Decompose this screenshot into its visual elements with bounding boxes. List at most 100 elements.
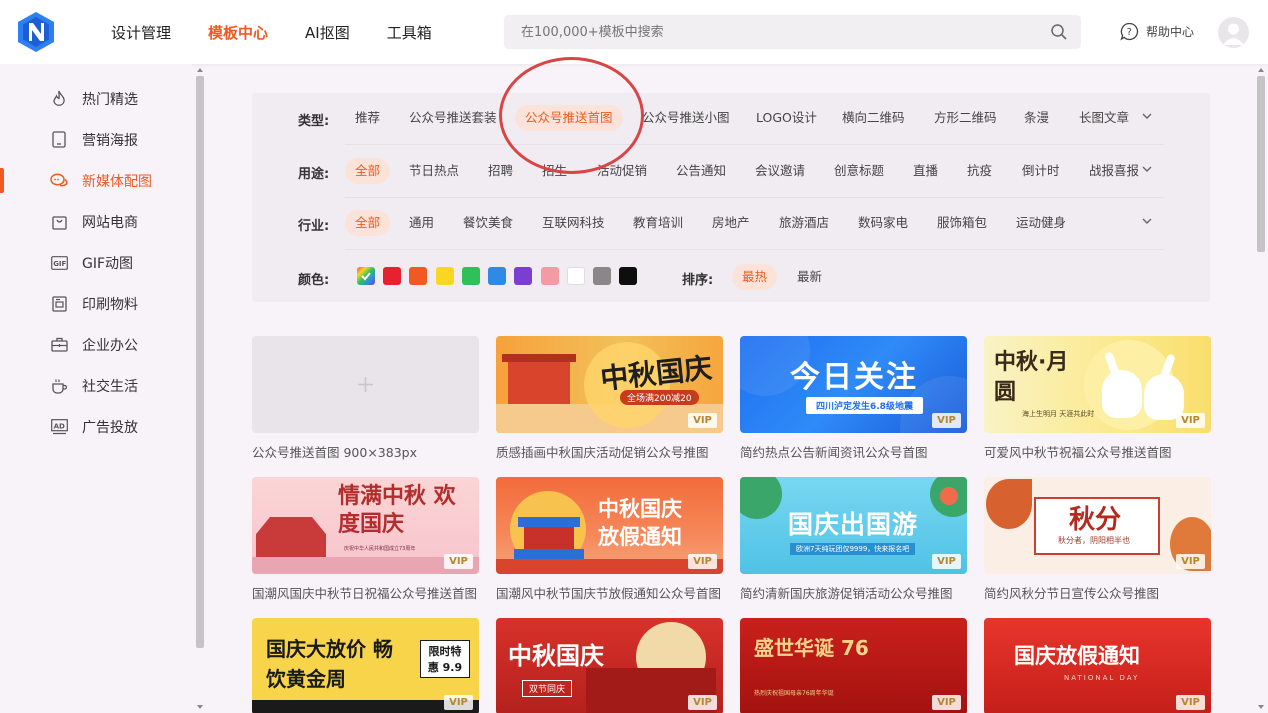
color-swatch-white[interactable] — [567, 267, 585, 285]
filter-label: 颜色: — [298, 273, 330, 288]
sidebar-item-gif[interactable]: GIF GIF动图 — [0, 242, 192, 283]
color-swatch-gray[interactable] — [593, 267, 611, 285]
filter-option[interactable]: 会议邀请 — [755, 158, 805, 184]
template-thumbnail[interactable]: 盛世华诞 76 热烈庆祝祖国母亲76周年华诞 VIP — [740, 618, 967, 713]
template-subline: 限时特惠 9.9 — [420, 640, 470, 678]
filter-option[interactable]: 服饰箱包 — [937, 210, 987, 236]
filter-option[interactable]: 公众号推送小图 — [642, 105, 730, 131]
template-headline: 中秋国庆 放假通知 — [598, 497, 682, 549]
template-thumbnail[interactable]: 国庆出国游 欧洲7天纯玩团仅9999，快来报名吧 VIP — [740, 477, 967, 574]
plus-icon — [358, 377, 373, 392]
template-thumbnail[interactable]: 国庆大放价 畅饮黄金周 限时特惠 9.9 VIP — [252, 618, 479, 713]
filter-option[interactable]: 创意标题 — [834, 158, 884, 184]
chevron-down-icon[interactable] — [1141, 163, 1153, 175]
template-title: 质感插画中秋国庆活动促销公众号推图 — [496, 445, 709, 460]
filter-option[interactable]: LOGO设计 — [756, 105, 817, 131]
filter-option[interactable]: 餐饮美食 — [463, 210, 513, 236]
filter-option-selected[interactable]: 全部 — [345, 158, 391, 184]
template-subline: 欧洲7天纯玩团仅9999，快来报名吧 — [790, 543, 916, 555]
shopping-bag-icon — [50, 213, 68, 231]
template-thumbnail[interactable]: 中秋国庆 放假通知 VIP — [496, 477, 723, 574]
user-avatar[interactable] — [1218, 17, 1249, 48]
template-title: 国潮风中秋节国庆节放假通知公众号首图 — [496, 586, 722, 601]
sidebar-item-office[interactable]: 企业办公 — [0, 324, 192, 365]
template-thumbnail[interactable]: 中秋·月圆 海上生明月 天涯共此时 VIP — [984, 336, 1211, 433]
scroll-up-arrow[interactable] — [1258, 68, 1264, 72]
color-swatch-red[interactable] — [383, 267, 401, 285]
color-swatch-pink[interactable] — [541, 267, 559, 285]
search-box — [504, 15, 1081, 49]
nav-ai-cutout[interactable]: AI抠图 — [305, 22, 350, 43]
search-icon[interactable] — [1050, 23, 1068, 41]
nav-template-center[interactable]: 模板中心 — [208, 22, 268, 43]
filter-option[interactable]: 倒计时 — [1022, 158, 1060, 184]
sidebar-item-hot[interactable]: 热门精选 — [0, 78, 192, 119]
template-thumbnail[interactable]: 中秋国庆 双节同庆 VIP — [496, 618, 723, 713]
help-center-link[interactable]: ? 帮助中心 — [1120, 22, 1194, 41]
sort-label: 排序: — [682, 273, 714, 288]
coffee-cup-icon — [50, 377, 68, 395]
color-swatch-green[interactable] — [462, 267, 480, 285]
nav-toolbox[interactable]: 工具箱 — [387, 22, 432, 43]
sort-option[interactable]: 最新 — [797, 264, 822, 290]
chevron-down-icon[interactable] — [1141, 110, 1153, 122]
color-swatch-orange[interactable] — [409, 267, 427, 285]
briefcase-icon — [50, 336, 68, 354]
sidebar-item-new-media[interactable]: 新媒体配图 — [0, 160, 192, 201]
color-swatch-blue[interactable] — [488, 267, 506, 285]
search-input[interactable] — [504, 15, 1081, 49]
color-swatch-all[interactable] — [357, 267, 375, 285]
sidebar-item-print[interactable]: 印刷物料 — [0, 283, 192, 324]
sidebar-item-marketing-poster[interactable]: 营销海报 — [0, 119, 192, 160]
app-logo[interactable] — [16, 11, 56, 53]
template-thumbnail[interactable]: 中秋国庆 全场满200减20 VIP — [496, 336, 723, 433]
filter-option[interactable]: 长图文章 — [1079, 105, 1129, 131]
main-scrollbar[interactable] — [1255, 64, 1268, 713]
template-thumbnail[interactable]: 国庆放假通知 NATIONAL DAY VIP — [984, 618, 1211, 713]
filter-option[interactable]: 节日热点 — [409, 158, 459, 184]
blank-canvas-thumb[interactable] — [252, 336, 479, 433]
filter-option[interactable]: 直播 — [913, 158, 938, 184]
filter-option[interactable]: 运动健身 — [1016, 210, 1066, 236]
filter-option[interactable]: 互联网科技 — [542, 210, 605, 236]
filter-option[interactable]: 旅游酒店 — [779, 210, 829, 236]
nav-design-manage[interactable]: 设计管理 — [111, 22, 171, 43]
filter-option[interactable]: 公告通知 — [676, 158, 726, 184]
scrollbar-thumb[interactable] — [1257, 76, 1265, 252]
scroll-down-arrow[interactable] — [1258, 705, 1264, 709]
scroll-up-arrow[interactable] — [197, 68, 203, 72]
filter-option[interactable]: 方形二维码 — [934, 105, 997, 131]
filter-option[interactable]: 通用 — [409, 210, 434, 236]
scroll-down-arrow[interactable] — [197, 705, 203, 709]
sidebar-item-ads[interactable]: AD 广告投放 — [0, 406, 192, 447]
scrollbar-thumb[interactable] — [196, 76, 204, 648]
sidebar-item-social[interactable]: 社交生活 — [0, 365, 192, 406]
chevron-down-icon[interactable] — [1141, 215, 1153, 227]
filter-option[interactable]: 房地产 — [712, 210, 750, 236]
filter-option[interactable]: 战报喜报 — [1089, 158, 1139, 184]
svg-text:AD: AD — [53, 422, 64, 430]
vip-badge: VIP — [444, 695, 473, 710]
filter-option-selected[interactable]: 全部 — [345, 210, 391, 236]
filter-option[interactable]: 数码家电 — [858, 210, 908, 236]
template-headline: 中秋·月圆 — [994, 350, 1069, 405]
filter-option[interactable]: 招聘 — [488, 158, 513, 184]
template-thumbnail[interactable]: 情满中秋 欢度国庆 庆祝中华人民共和国成立73周年 VIP — [252, 477, 479, 574]
template-thumbnail[interactable]: 秋分 秋分者，阴阳相半也 VIP — [984, 477, 1211, 574]
filter-option[interactable]: 教育培训 — [633, 210, 683, 236]
filter-label: 用途: — [298, 167, 330, 182]
color-swatch-purple[interactable] — [514, 267, 532, 285]
sort-option-selected[interactable]: 最热 — [732, 264, 778, 290]
svg-text:?: ? — [1127, 27, 1132, 38]
sidebar-item-ecommerce[interactable]: 网站电商 — [0, 201, 192, 242]
filter-option[interactable]: 抗疫 — [967, 158, 992, 184]
color-swatch-yellow[interactable] — [436, 267, 454, 285]
filter-option[interactable]: 横向二维码 — [842, 105, 905, 131]
sidebar-scrollbar[interactable] — [194, 64, 206, 713]
template-thumbnail[interactable]: 今日关注 四川泸定发生6.8级地震 VIP — [740, 336, 967, 433]
filter-option[interactable]: 条漫 — [1024, 105, 1049, 131]
color-swatch-black[interactable] — [619, 267, 637, 285]
filter-option[interactable]: 推荐 — [355, 105, 380, 131]
filter-option[interactable]: 公众号推送套装 — [409, 105, 497, 131]
help-center-label: 帮助中心 — [1146, 25, 1195, 39]
